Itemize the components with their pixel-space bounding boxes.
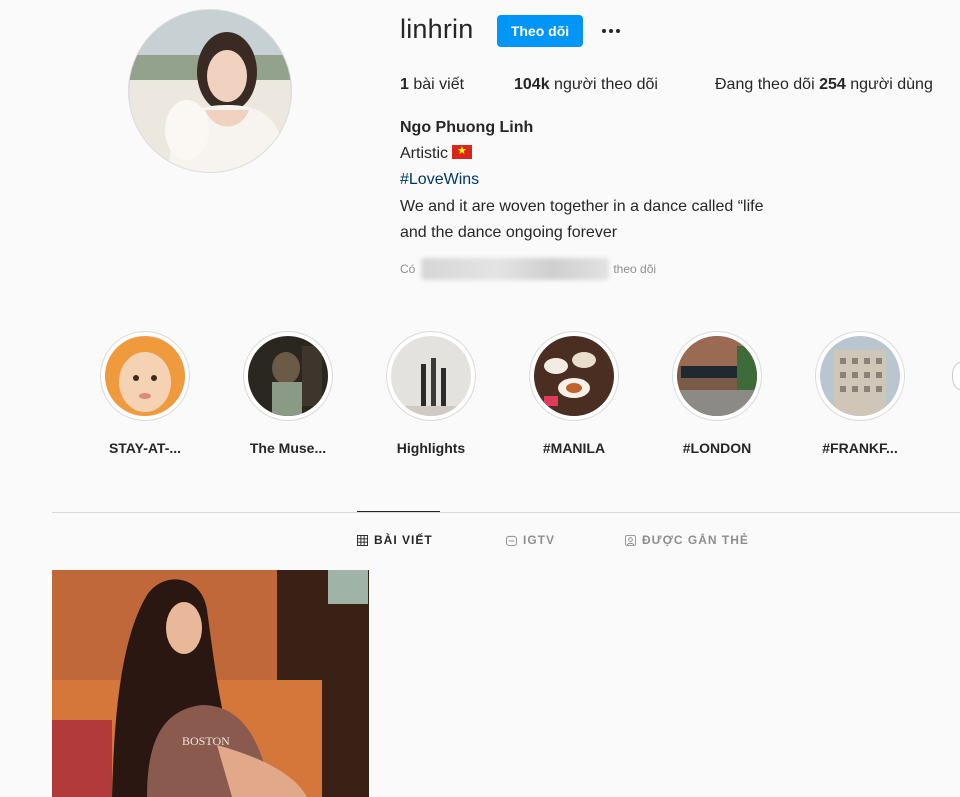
tab-posts-label: BÀI VIẾT [374,533,433,547]
highlight-item[interactable]: The Muse... [240,331,336,456]
bio-line-3: We and it are woven together in a dance … [400,198,764,215]
street-photo-icon [677,336,757,416]
building-photo-icon [820,336,900,416]
pens-photo-icon [391,336,471,416]
follow-button[interactable]: Theo dõi [497,15,583,47]
tabs-divider [52,512,960,513]
following-prefix: Đang theo dõi [715,76,815,93]
highlight-label: #LONDON [682,440,752,456]
igtv-icon [506,535,517,546]
tab-tagged-label: ĐƯỢC GẮN THẺ [642,533,749,547]
followers-stat[interactable]: 104k người theo dõi [514,76,658,94]
following-suffix: người dùng [850,76,933,93]
bio-line-artistic: Artistic [400,144,472,163]
profile-username: linhrin [400,14,474,44]
bio-artistic-text: Artistic [400,145,448,162]
tab-igtv-label: IGTV [523,533,556,547]
highlight-item[interactable]: #FRANKF... [812,331,908,456]
followers-count: 104k [514,76,550,93]
dark-photo-icon [248,336,328,416]
posts-count: 1 [400,76,409,93]
followers-label: người theo dõi [554,76,658,93]
tab-igtv[interactable]: IGTV [506,533,555,547]
posts-stat[interactable]: 1 bài viết [400,76,464,94]
vietnam-flag-icon [452,144,472,159]
highlight-label: STAY-AT-... [108,440,182,456]
highlights-next-button[interactable] [952,362,960,390]
active-tab-indicator [357,511,440,512]
blurred-followers-names [421,258,610,280]
highlight-item[interactable]: #MANILA [526,331,622,456]
tab-posts[interactable]: BÀI VIẾT [357,533,433,547]
followed-by-prefix: Có [400,262,416,276]
tagged-icon [625,534,636,546]
post-photo: BOSTON [52,570,369,797]
baby-photo-icon [105,336,185,416]
followed-by-suffix: theo dõi [613,262,657,276]
posts-label: bài viết [413,76,465,93]
svg-text:BOSTON: BOSTON [182,734,230,748]
grid-icon [357,534,368,546]
highlight-label: Highlights [396,440,466,456]
highlight-item[interactable]: STAY-AT-... [97,331,193,456]
following-count: 254 [819,76,846,93]
profile-full-name: Ngo Phuong Linh [400,119,534,136]
bio-hashtag-link[interactable]: #LoveWins [400,171,479,189]
following-stat[interactable]: Đang theo dõi 254 người dùng [715,76,933,94]
highlight-label: The Muse... [249,440,327,456]
more-options-icon[interactable] [598,18,624,44]
highlight-item[interactable]: #LONDON [669,331,765,456]
tab-tagged[interactable]: ĐƯỢC GẮN THẺ [625,533,749,547]
highlight-label: #FRANKF... [822,440,898,456]
post-thumbnail[interactable]: BOSTON [52,570,369,797]
profile-avatar[interactable] [128,9,292,173]
highlight-label: #MANILA [542,440,606,456]
food-photo-icon [534,336,614,416]
bio-line-4: and the dance ongoing forever [400,224,618,241]
highlight-item[interactable]: Highlights [383,331,479,456]
followed-by-text[interactable]: Có theo dõi [400,258,656,280]
